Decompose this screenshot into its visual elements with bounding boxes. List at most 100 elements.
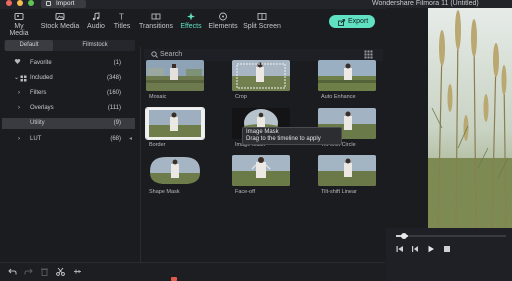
- elements-icon: [218, 12, 228, 21]
- stop-icon[interactable]: [443, 245, 451, 253]
- effect-thumbnail: [318, 60, 376, 91]
- split-screen-icon: [257, 12, 267, 21]
- import-label: Import: [56, 0, 75, 7]
- tree-item-count: (111): [107, 105, 121, 111]
- play-icon[interactable]: [427, 245, 435, 253]
- effect-thumbnail: [232, 155, 290, 186]
- grid-view-icon[interactable]: [364, 50, 373, 59]
- minimize-window-button[interactable]: [17, 0, 23, 6]
- tree-item-label: Utility: [30, 120, 45, 126]
- tab-label: Transitions: [139, 23, 173, 30]
- undo-icon[interactable]: [8, 267, 17, 276]
- import-button[interactable]: Import: [41, 0, 86, 8]
- effect-thumbnail: [232, 60, 290, 91]
- tree-item-count: (160): [106, 90, 121, 96]
- tab-audio[interactable]: Audio: [85, 12, 107, 30]
- timeline-playhead[interactable]: [171, 277, 177, 281]
- export-label: Export: [348, 18, 369, 25]
- chevron-down-icon[interactable]: ⌄: [14, 73, 19, 84]
- tab-label: Audio: [87, 23, 105, 30]
- library-segment-control: Default Filmstock: [4, 40, 135, 51]
- tab-elements[interactable]: Elements: [208, 12, 238, 30]
- preview-background: [386, 8, 428, 228]
- window-controls: [6, 0, 34, 6]
- chevron-right-icon[interactable]: ›: [18, 134, 20, 145]
- titles-icon: T: [117, 12, 127, 22]
- segment-default[interactable]: Default: [5, 40, 53, 51]
- seek-handle[interactable]: [401, 233, 407, 239]
- effect-thumbnail: [146, 155, 204, 186]
- step-back-icon[interactable]: [396, 245, 404, 253]
- effect-tooltip: Image Mask Drag to the timeline to apply: [242, 127, 342, 145]
- transitions-icon: [151, 12, 161, 21]
- segment-filmstock[interactable]: Filmstock: [66, 40, 124, 51]
- heart-icon: [14, 58, 21, 70]
- tree-item-filters[interactable]: › Filters (160): [4, 88, 135, 99]
- effect-thumbnail: [145, 107, 205, 140]
- export-icon: [338, 18, 345, 26]
- effect-label: Mosaic: [149, 94, 167, 100]
- chevron-right-icon[interactable]: ›: [18, 103, 20, 114]
- effect-label: Tilt-shift Linear: [321, 189, 357, 195]
- zoom-window-button[interactable]: [28, 0, 34, 6]
- tab-label: Elements: [208, 23, 238, 30]
- tab-transitions[interactable]: Transitions: [138, 12, 174, 30]
- effect-thumbnail: [318, 155, 376, 186]
- tree-item-favorite[interactable]: Favorite (1): [4, 58, 135, 69]
- import-icon: [46, 1, 51, 6]
- tree-item-label: LUT: [30, 136, 42, 142]
- tab-titles[interactable]: T Titles: [111, 12, 133, 31]
- panel-divider: [140, 47, 141, 262]
- tree-item-label: Overlays: [30, 105, 54, 111]
- tree-item-label: Included: [30, 75, 53, 81]
- media-tabs: My Media Stock Media Audio T Titles Tran…: [0, 9, 385, 37]
- effect-label: Auto Enhance: [321, 94, 356, 100]
- tree-item-count: (1): [113, 60, 121, 66]
- tab-label: My Media: [9, 23, 29, 37]
- svg-text:T: T: [119, 13, 124, 22]
- frame-back-icon[interactable]: [411, 245, 419, 253]
- tree-item-overlays[interactable]: › Overlays (111): [4, 103, 135, 114]
- chevron-right-icon[interactable]: ›: [18, 88, 20, 99]
- preview-video-frame: [428, 8, 512, 228]
- media-icon: [14, 12, 24, 21]
- redo-icon[interactable]: [24, 267, 33, 276]
- tree-item-utility[interactable]: Utility (9): [2, 118, 135, 129]
- tree-item-count: (348): [106, 75, 121, 81]
- library-panel: My Media Stock Media Audio T Titles Tran…: [0, 9, 385, 262]
- effect-label: Face-off: [235, 189, 256, 195]
- tree-item-count: (9): [113, 120, 121, 126]
- tree-item-count: (68): [110, 136, 121, 142]
- tab-my-media[interactable]: My Media: [4, 12, 34, 37]
- effect-label: Crop: [235, 94, 247, 100]
- tooltip-title: Image Mask: [246, 129, 279, 135]
- tab-label: Stock Media: [40, 23, 80, 30]
- tab-effects[interactable]: Effects: [178, 12, 204, 30]
- tab-label: Titles: [113, 23, 131, 30]
- tree-item-label: Filters: [30, 90, 47, 96]
- tab-stock-media[interactable]: Stock Media: [40, 12, 80, 30]
- tab-label: Split Screen: [243, 23, 281, 30]
- timeline-toolbar: [0, 262, 385, 281]
- stock-media-icon: [55, 12, 65, 21]
- audio-waveform-icon[interactable]: [73, 267, 82, 276]
- effects-sparkle-icon: [186, 12, 196, 21]
- tree-item-included[interactable]: ⌄ Included (348): [4, 73, 135, 84]
- seek-bar[interactable]: [396, 235, 506, 237]
- tab-label: Effects: [180, 23, 202, 30]
- preview-panel: [386, 0, 512, 228]
- scissors-icon[interactable]: [56, 267, 65, 276]
- effect-label: Shape Mask: [149, 189, 180, 195]
- search-icon: [151, 51, 158, 58]
- tree-item-lut[interactable]: › LUT (68) ◂: [4, 134, 135, 145]
- tree-item-label: Favorite: [30, 60, 52, 66]
- close-window-button[interactable]: [6, 0, 12, 6]
- grid-icon: [20, 75, 27, 87]
- delete-icon[interactable]: [40, 267, 49, 276]
- effect-thumbnail: [146, 60, 204, 91]
- music-note-icon: [91, 12, 101, 21]
- tooltip-hint: Drag to the timeline to apply: [246, 136, 321, 142]
- export-button[interactable]: Export: [329, 15, 375, 28]
- collapse-sidebar-icon[interactable]: ◂: [129, 134, 132, 145]
- tab-split-screen[interactable]: Split Screen: [242, 12, 282, 30]
